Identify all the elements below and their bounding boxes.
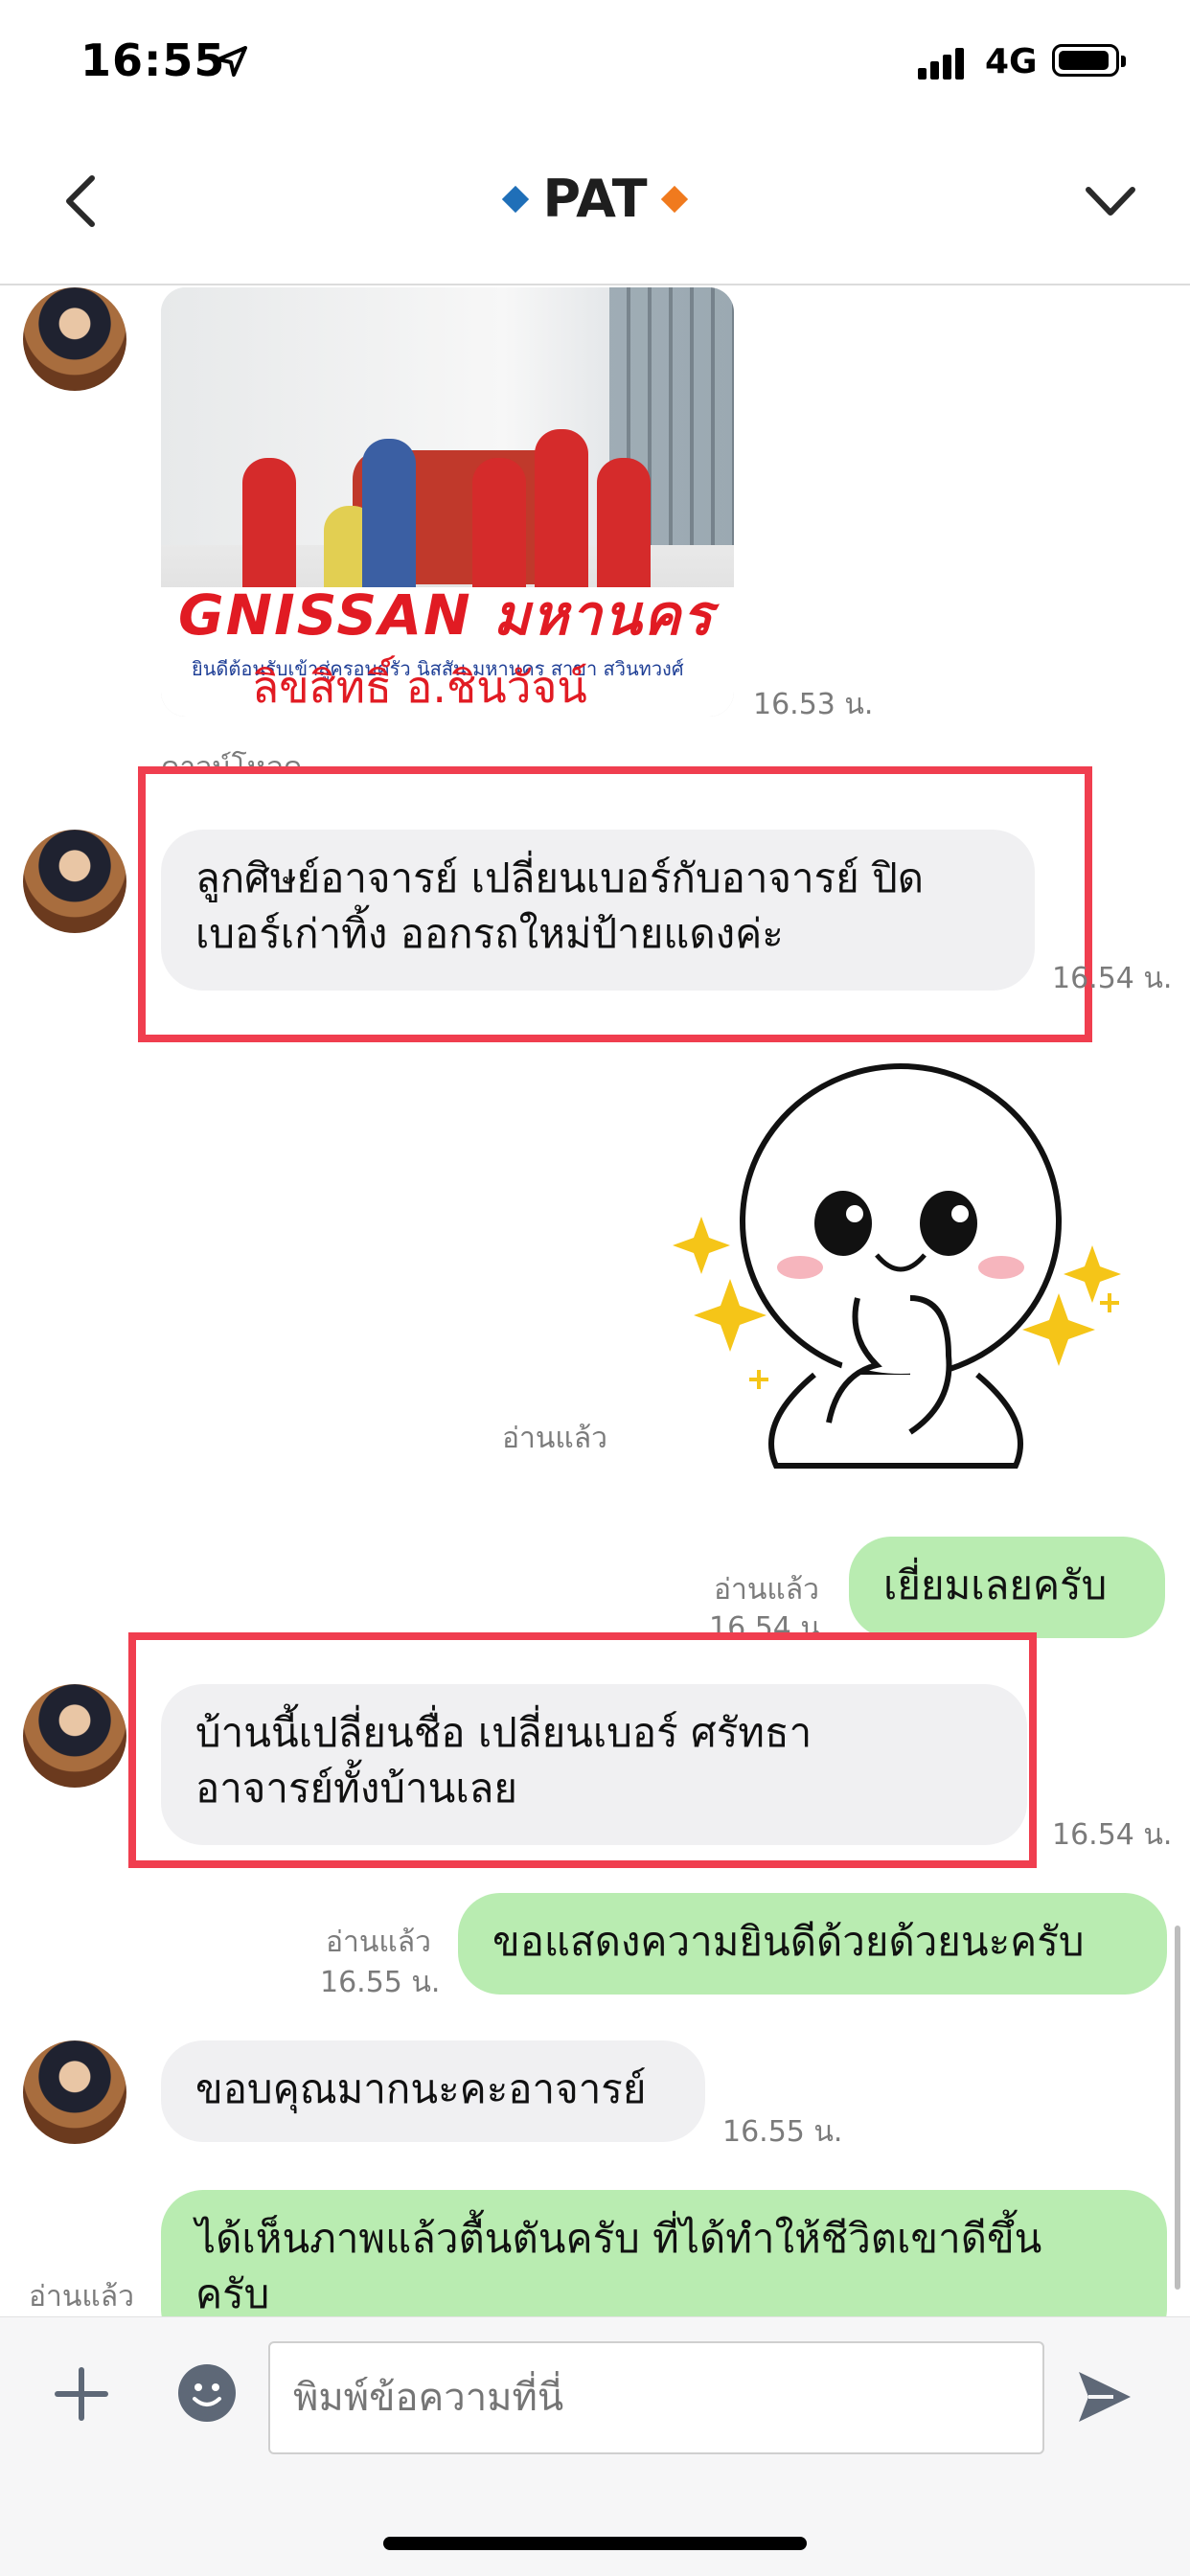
photo-brand-text: GNISSAN มหานคร xyxy=(178,582,715,648)
location-arrow-icon xyxy=(217,46,247,77)
emoji-icon[interactable] xyxy=(178,2364,236,2422)
send-icon[interactable] xyxy=(1075,2368,1134,2426)
read-receipt: อ่านแล้ว xyxy=(29,2280,134,2314)
diamond-left-icon xyxy=(502,185,530,213)
photo-handwritten-text: ลิขสิทธิ์ อ.ชินวัจน์ xyxy=(252,661,587,713)
chevron-down-icon[interactable] xyxy=(1083,182,1138,220)
network-type: 4G xyxy=(985,42,1038,81)
avatar[interactable] xyxy=(23,2040,126,2144)
diamond-right-icon xyxy=(660,185,688,213)
message-time: 16.54 น. xyxy=(1052,962,1173,995)
message-time: 16.54 น. xyxy=(1052,1818,1173,1852)
avatar[interactable] xyxy=(23,287,126,391)
avatar[interactable] xyxy=(23,830,126,933)
message-text: เยี่ยมเลยครับ xyxy=(883,1562,1108,1608)
read-receipt: อ่านแล้ว xyxy=(502,1422,607,1455)
signal-icon xyxy=(918,48,968,80)
message-bubble[interactable]: ลูกศิษย์อาจารย์ เปลี่ยนเบอร์กับอาจารย์ ป… xyxy=(161,830,1035,991)
read-receipt: อ่านแล้ว xyxy=(326,1926,431,1959)
avatar[interactable] xyxy=(23,1684,126,1788)
message-text-line: เบอร์เก่าทิ้ง ออกรถใหม่ป้ายแดงค่ะ xyxy=(195,910,784,957)
message-text-line: ได้เห็นภาพแล้วตื้นตันครับ ที่ได้ทำให้ชีว… xyxy=(195,2215,1042,2262)
photo-message[interactable]: GNISSAN มหานคร ยินดีต้อนรับเข้าสู่ครอบคร… xyxy=(161,287,734,717)
status-time: 16:55 xyxy=(80,34,226,86)
message-time: 16.55 น. xyxy=(722,2115,843,2149)
message-bubble[interactable]: ขอบคุณมากนะคะอาจารย์ xyxy=(161,2040,705,2142)
message-bubble[interactable]: เยี่ยมเลยครับ xyxy=(849,1537,1165,1638)
message-text-line: บ้านนี้เปลี่ยนชื่อ เปลี่ยนเบอร์ ศรัทธา xyxy=(195,1709,812,1756)
message-text-line: อาจารย์ทั้งบ้านเลย xyxy=(195,1765,518,1812)
message-bubble[interactable]: ขอแสดงความยินดีด้วยด้วยนะครับ xyxy=(458,1893,1167,1995)
message-time: 16.55 น. xyxy=(320,1966,441,1999)
header-divider xyxy=(0,284,1190,285)
message-input[interactable] xyxy=(268,2341,1044,2454)
download-label[interactable]: ดาวน์โหลด xyxy=(161,747,302,768)
chat-title[interactable]: PAT xyxy=(0,169,1190,229)
message-text: ขอบคุณมากนะคะอาจารย์ xyxy=(195,2065,647,2112)
scrollbar[interactable] xyxy=(1175,1926,1180,2290)
chat-title-text: PAT xyxy=(542,169,648,229)
message-bubble[interactable]: บ้านนี้เปลี่ยนชื่อ เปลี่ยนเบอร์ ศรัทธา อ… xyxy=(161,1684,1027,1845)
home-indicator[interactable] xyxy=(383,2537,807,2550)
plus-icon[interactable] xyxy=(52,2364,111,2424)
message-text: ขอแสดงความยินดีด้วยด้วยนะครับ xyxy=(492,1918,1085,1965)
message-time: 16.53 น. xyxy=(753,688,874,721)
message-text-line: ครับ xyxy=(195,2270,270,2317)
battery-icon xyxy=(1052,44,1126,77)
sticker-moon-icon[interactable] xyxy=(671,1059,1131,1480)
message-text-line: ลูกศิษย์อาจารย์ เปลี่ยนเบอร์กับอาจารย์ ป… xyxy=(195,855,925,901)
